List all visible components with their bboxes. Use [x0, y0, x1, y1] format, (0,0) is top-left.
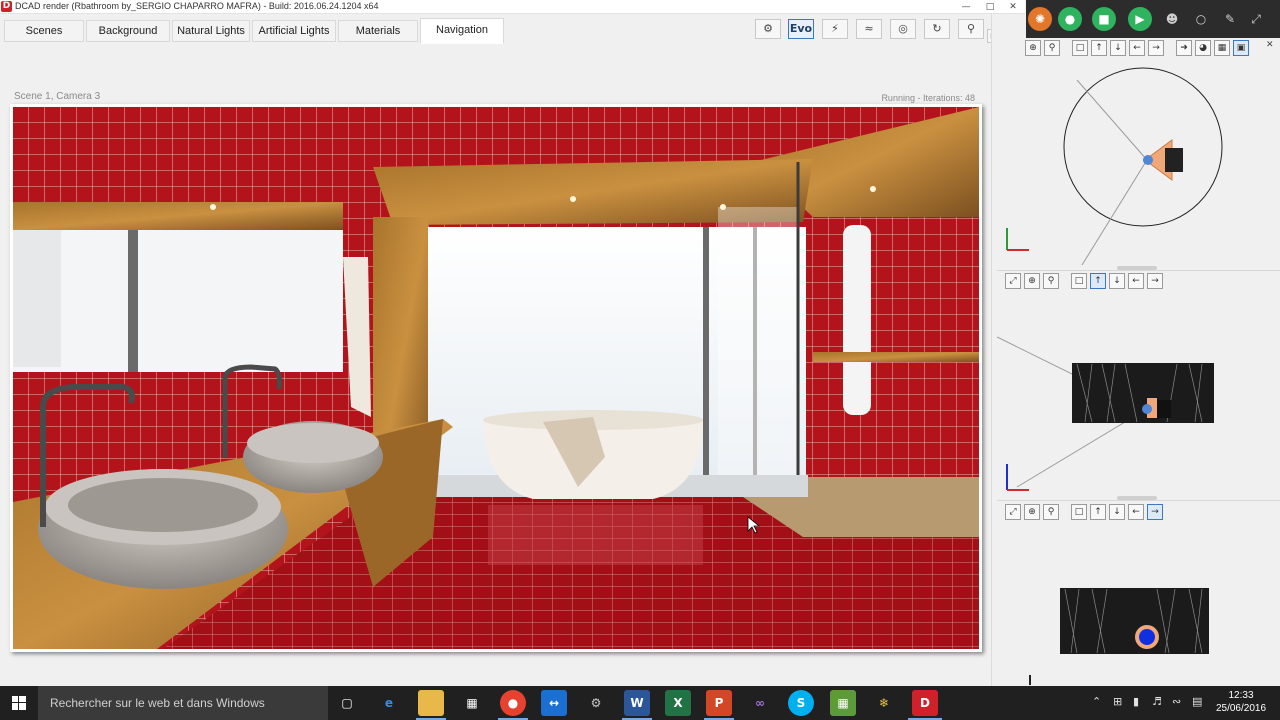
- tab-natural-lights[interactable]: Natural Lights: [172, 20, 250, 42]
- honeycomb-icon[interactable]: ✺: [1028, 7, 1052, 31]
- front-view-toolbar: ⤢ ⊕ ⚲ □ ↑ ↓ ← →: [1005, 273, 1163, 289]
- chat-icon[interactable]: ■: [1092, 7, 1116, 31]
- window-title: DCAD render (Rbathroom by_SERGIO CHAPARR…: [15, 1, 379, 11]
- down-view-icon[interactable]: ↓: [1109, 504, 1125, 520]
- people-icon[interactable]: ☻: [1160, 7, 1184, 31]
- tools-icon[interactable]: ⚙: [583, 690, 609, 716]
- minimize-icon[interactable]: —: [955, 0, 977, 14]
- frame-icon[interactable]: □: [1072, 40, 1088, 56]
- clock[interactable]: 12:33 25/06/2016: [1212, 689, 1270, 715]
- tab-scenes[interactable]: Scenes: [4, 20, 84, 42]
- rendered-bathroom-image: [13, 107, 979, 649]
- tab-navigation[interactable]: Navigation: [420, 18, 504, 44]
- word-icon[interactable]: W: [624, 690, 650, 716]
- center-icon[interactable]: ⊕: [1025, 40, 1041, 56]
- chrome-icon[interactable]: ●: [500, 690, 526, 716]
- side-view-toolbar: ⤢ ⊕ ⚲ □ ↑ ↓ ← →: [1005, 504, 1163, 520]
- maximize-icon[interactable]: □: [979, 0, 1001, 14]
- title-bar: D DCAD render (Rbathroom by_SERGIO CHAPA…: [0, 0, 1025, 14]
- top-camera-view[interactable]: [997, 60, 1280, 270]
- task-view-icon[interactable]: ▢: [334, 690, 360, 716]
- close-panel-icon[interactable]: ✕: [1266, 40, 1274, 50]
- up-view-icon[interactable]: ↑: [1091, 40, 1107, 56]
- battery-icon[interactable]: ▮: [1133, 695, 1139, 708]
- camera-link-icon[interactable]: ⚙: [755, 19, 781, 39]
- side-camera-view[interactable]: [997, 525, 1280, 685]
- skype-icon[interactable]: S: [788, 690, 814, 716]
- close-icon[interactable]: ✕: [1002, 0, 1024, 14]
- frame-icon[interactable]: □: [1071, 273, 1087, 289]
- clock-time: 12:33: [1228, 690, 1254, 701]
- right-view-icon[interactable]: →: [1147, 273, 1163, 289]
- up-view-icon[interactable]: ↑: [1090, 273, 1106, 289]
- down-view-icon[interactable]: ↓: [1109, 273, 1125, 289]
- zoom-icon[interactable]: ⚲: [1044, 40, 1060, 56]
- dcad-render-icon[interactable]: D: [912, 690, 938, 716]
- fit-icon[interactable]: ⤢: [1005, 504, 1021, 520]
- top-view-toolbar: ⊕ ⚲ □ ↑ ↓ ← → ➜ ◕ ▦ ▣: [1025, 40, 1249, 56]
- rotate-icon[interactable]: ↻: [924, 19, 950, 39]
- center-icon[interactable]: ⊕: [1024, 273, 1040, 289]
- left-view-icon[interactable]: ←: [1129, 40, 1145, 56]
- excel-icon[interactable]: X: [665, 690, 691, 716]
- double-flash-icon[interactable]: ≈: [856, 19, 882, 39]
- tab-materials[interactable]: Materials: [338, 20, 418, 42]
- zoom-icon[interactable]: ⚲: [1043, 504, 1059, 520]
- file-explorer-icon[interactable]: [418, 690, 444, 716]
- up-view-icon[interactable]: ↑: [1090, 504, 1106, 520]
- center-icon[interactable]: ⊕: [1024, 504, 1040, 520]
- meeting-toolbar: ✺ ● ■ ▶ ☻ ○ ✎ ⤢: [1026, 0, 1280, 38]
- render-status: Running - Iterations: 48: [881, 93, 975, 103]
- show-hidden-icons[interactable]: ⌃: [1092, 695, 1101, 708]
- frame-icon[interactable]: □: [1071, 504, 1087, 520]
- clock-date: 25/06/2016: [1215, 703, 1267, 714]
- expand-icon[interactable]: ⤢: [1244, 7, 1268, 31]
- visual-studio-icon[interactable]: ∞: [747, 690, 773, 716]
- right-view-icon[interactable]: →: [1147, 504, 1163, 520]
- store-icon[interactable]: ▦: [459, 690, 485, 716]
- action-center-icon[interactable]: ▤: [1192, 695, 1202, 708]
- scene-camera-label: Scene 1, Camera 3: [14, 91, 101, 102]
- app-logo-icon: D: [1, 1, 12, 12]
- powerpoint-icon[interactable]: P: [706, 690, 732, 716]
- microphone-icon[interactable]: ●: [1058, 7, 1082, 31]
- windows-start-icon[interactable]: [0, 686, 38, 720]
- front-camera-view[interactable]: [997, 292, 1280, 497]
- zoom-icon[interactable]: ⚲: [1043, 273, 1059, 289]
- zoom-icon[interactable]: ⚲: [958, 19, 984, 39]
- minecraft-icon[interactable]: ▦: [830, 690, 856, 716]
- nodes-icon[interactable]: ◎: [890, 19, 916, 39]
- pointer-icon[interactable]: ➜: [1176, 40, 1192, 56]
- render-viewport[interactable]: [10, 104, 982, 652]
- evo-button[interactable]: Evo: [788, 19, 814, 39]
- wifi-icon[interactable]: ∾: [1172, 695, 1181, 708]
- comment-icon[interactable]: ○: [1189, 7, 1213, 31]
- left-view-icon[interactable]: ←: [1128, 273, 1144, 289]
- taskbar: Rechercher sur le web et dans Windows ▢ …: [0, 686, 1280, 720]
- layers-icon[interactable]: ▣: [1233, 40, 1249, 56]
- gauge-icon[interactable]: ◕: [1195, 40, 1211, 56]
- teamviewer-icon[interactable]: ↔: [541, 690, 567, 716]
- network-settings-icon[interactable]: ⊞: [1113, 695, 1122, 708]
- tab-artificial-lights[interactable]: Artificial Lights: [252, 20, 336, 42]
- fit-icon[interactable]: ⤢: [1005, 273, 1021, 289]
- flash-icon[interactable]: ⚡: [822, 19, 848, 39]
- right-view-icon[interactable]: →: [1148, 40, 1164, 56]
- video-icon[interactable]: ▶: [1128, 7, 1152, 31]
- volume-icon[interactable]: ♬: [1152, 695, 1162, 708]
- snowflake-app-icon[interactable]: ❄: [871, 690, 897, 716]
- edge-icon[interactable]: e: [376, 690, 402, 716]
- image-icon[interactable]: ▦: [1214, 40, 1230, 56]
- tab-background[interactable]: Background: [86, 20, 170, 42]
- search-input[interactable]: Rechercher sur le web et dans Windows: [38, 686, 328, 720]
- left-view-icon[interactable]: ←: [1128, 504, 1144, 520]
- pen-icon[interactable]: ✎: [1218, 7, 1242, 31]
- down-view-icon[interactable]: ↓: [1110, 40, 1126, 56]
